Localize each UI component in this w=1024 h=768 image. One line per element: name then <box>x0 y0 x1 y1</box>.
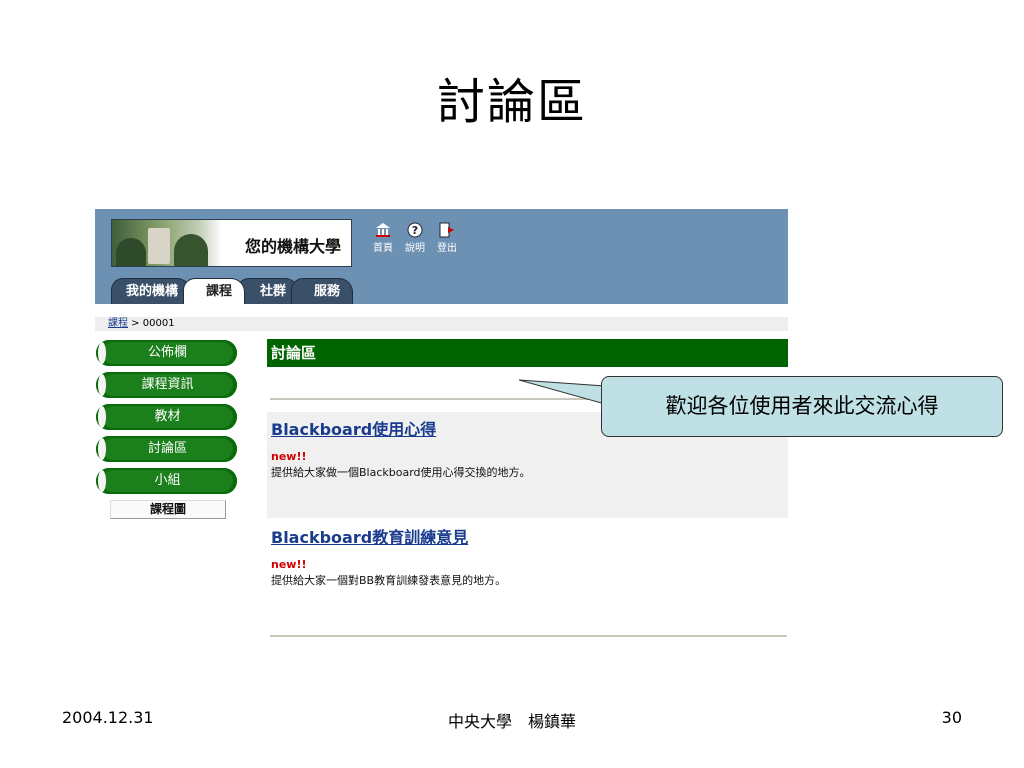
nav-tabs: 我的機構 課程 社群 服務 <box>111 278 354 304</box>
forum-description: 提供給大家做一個Blackboard使用心得交換的地方。 <box>271 466 531 479</box>
menu-label: 公佈欄 <box>98 342 233 364</box>
callout-annotation: 歡迎各位使用者來此交流心得 <box>601 376 1003 437</box>
bb-header: 您的機構大學 首頁 ? 說明 登出 我的機構 課程 社群 服務 <box>95 209 788 304</box>
breadcrumb: 課程 > 00001 <box>95 317 788 331</box>
menu-announcements[interactable]: 公佈欄 <box>96 340 237 366</box>
content-title: 討論區 <box>267 339 788 367</box>
breadcrumb-current: 00001 <box>142 318 175 329</box>
forum-link[interactable]: Blackboard使用心得 <box>271 420 436 439</box>
course-map-button[interactable]: 課程圖 <box>110 500 226 519</box>
top-link-home[interactable]: 首頁 <box>371 221 395 254</box>
slide-number: 30 <box>941 708 962 727</box>
institution-logo[interactable]: 您的機構大學 <box>111 219 352 267</box>
institution-name: 您的機構大學 <box>244 237 341 256</box>
breadcrumb-link-courses[interactable]: 課程 <box>108 318 128 329</box>
top-link-help[interactable]: ? 說明 <box>403 221 427 254</box>
top-links: 首頁 ? 說明 登出 <box>371 221 459 254</box>
footer-author: 中央大學 楊鎮華 <box>447 712 576 731</box>
top-link-logout[interactable]: 登出 <box>435 221 459 254</box>
callout-tail <box>518 379 606 405</box>
menu-label: 小組 <box>98 470 233 492</box>
svg-text:?: ? <box>412 224 418 237</box>
breadcrumb-separator: > <box>128 318 143 329</box>
menu-groups[interactable]: 小組 <box>96 468 237 494</box>
logout-icon <box>439 222 454 238</box>
course-menu: 公佈欄 課程資訊 教材 討論區 小組 課程圖 <box>96 340 239 519</box>
new-badge: new!! <box>271 450 307 463</box>
menu-label: 課程資訊 <box>98 374 233 396</box>
home-icon <box>376 223 390 237</box>
menu-course-documents[interactable]: 教材 <box>96 404 237 430</box>
menu-label: 教材 <box>98 406 233 428</box>
forum-item: Blackboard教育訓練意見 new!! 提供給大家一個對BB教育訓練發表意… <box>267 520 788 620</box>
top-link-label: 說明 <box>405 243 425 254</box>
help-icon: ? <box>407 222 423 238</box>
tab-services[interactable]: 服務 <box>291 278 354 304</box>
new-badge: new!! <box>271 558 307 571</box>
menu-label: 討論區 <box>98 438 233 460</box>
menu-course-info[interactable]: 課程資訊 <box>96 372 237 398</box>
forum-link[interactable]: Blackboard教育訓練意見 <box>271 528 468 547</box>
top-link-label: 登出 <box>437 243 457 254</box>
campus-photo <box>112 220 222 266</box>
tab-my-institution[interactable]: 我的機構 <box>111 278 192 304</box>
tab-courses[interactable]: 課程 <box>183 278 246 304</box>
slide-title: 討論區 <box>436 74 587 130</box>
tab-community[interactable]: 社群 <box>237 278 300 304</box>
forum-description: 提供給大家一個對BB教育訓練發表意見的地方。 <box>271 574 507 587</box>
menu-discussion-board[interactable]: 討論區 <box>96 436 237 462</box>
top-link-label: 首頁 <box>373 243 393 254</box>
divider <box>270 635 787 637</box>
